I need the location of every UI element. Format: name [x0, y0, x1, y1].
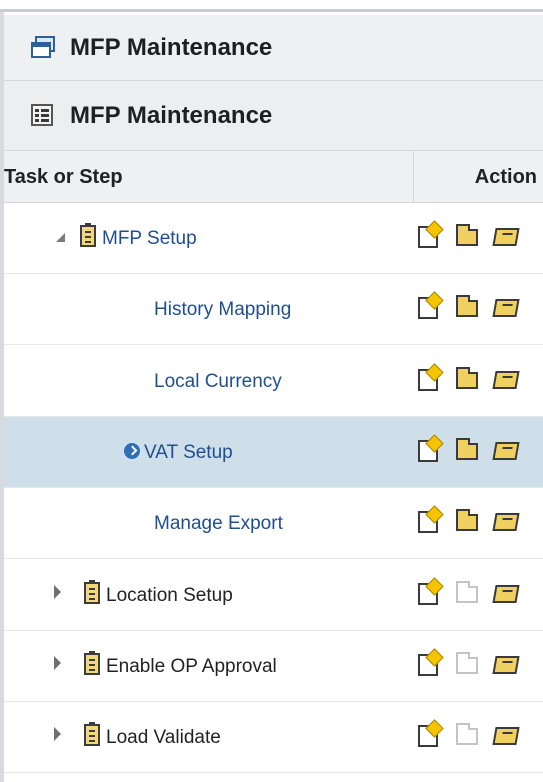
task-list-icon	[84, 579, 100, 604]
row-actions	[416, 576, 543, 608]
task-label: Location Setup	[106, 584, 233, 606]
open-icon	[456, 723, 482, 748]
edit-icon[interactable]	[492, 724, 520, 748]
table-row[interactable]: Load Validate	[4, 702, 543, 774]
open-icon[interactable]	[456, 366, 482, 392]
edit-icon[interactable]	[492, 510, 520, 534]
task-label[interactable]: VAT Setup	[144, 417, 233, 488]
task-label: Enable OP Approval	[106, 655, 277, 677]
task-label[interactable]: Manage Export	[154, 488, 283, 559]
row-actions	[416, 505, 543, 536]
create-icon[interactable]	[418, 220, 444, 249]
task-label: Load Validate	[106, 727, 221, 749]
go-arrow-icon	[122, 440, 142, 461]
row-actions	[416, 719, 543, 750]
row-actions	[416, 648, 543, 679]
open-icon[interactable]	[456, 295, 482, 320]
table-row[interactable]: History Mapping	[4, 274, 543, 346]
edit-icon[interactable]	[492, 225, 520, 249]
row-actions	[416, 220, 543, 251]
open-icon[interactable]	[456, 224, 482, 249]
table-row[interactable]: Local Currency	[4, 346, 543, 417]
row-actions	[416, 362, 543, 394]
create-icon[interactable]	[418, 648, 444, 677]
edit-icon[interactable]	[492, 582, 520, 606]
column-header-task[interactable]: Task or Step	[4, 151, 413, 203]
table-row[interactable]: Manage Export	[4, 488, 543, 560]
collapse-toggle-icon[interactable]	[56, 233, 65, 242]
create-icon[interactable]	[418, 434, 444, 463]
open-icon[interactable]	[456, 509, 482, 534]
open-icon	[456, 580, 482, 606]
expand-toggle-icon[interactable]	[54, 584, 61, 599]
task-label[interactable]: History Mapping	[154, 274, 291, 345]
create-icon[interactable]	[418, 719, 444, 748]
task-label[interactable]: MFP Setup	[102, 203, 197, 274]
create-icon[interactable]	[418, 291, 444, 320]
row-actions	[416, 291, 543, 322]
table-row[interactable]: VAT Setup	[4, 416, 543, 488]
top-border	[0, 0, 543, 12]
open-icon[interactable]	[456, 437, 482, 463]
edit-icon[interactable]	[492, 653, 520, 677]
create-icon[interactable]	[418, 505, 444, 534]
panel-title: MFP Maintenance	[70, 101, 273, 129]
row-actions	[416, 434, 543, 465]
edit-icon[interactable]	[492, 439, 520, 463]
task-list-icon	[84, 722, 100, 747]
main-header: MFP Maintenance	[4, 15, 543, 81]
task-label[interactable]: Local Currency	[154, 346, 282, 417]
table-row[interactable]: MFP Setup	[4, 203, 543, 274]
edit-icon[interactable]	[492, 296, 520, 320]
page-title: MFP Maintenance	[70, 33, 273, 61]
task-list-icon	[84, 650, 100, 675]
create-icon[interactable]	[418, 362, 444, 392]
panel-header: MFP Maintenance	[4, 81, 543, 151]
create-icon[interactable]	[418, 576, 444, 606]
table-header: Task or Step Action	[4, 151, 543, 203]
expand-toggle-icon[interactable]	[54, 655, 61, 670]
task-list-icon	[80, 223, 96, 247]
open-icon	[456, 651, 482, 677]
edit-icon[interactable]	[492, 368, 520, 392]
table-row[interactable]: Location Setup	[4, 560, 543, 631]
column-header-action[interactable]: Action	[414, 151, 543, 203]
table-row[interactable]: Enable OP Approval	[4, 631, 543, 702]
list-panel-icon	[30, 103, 56, 129]
expand-toggle-icon[interactable]	[54, 727, 61, 742]
window-stack-icon	[30, 35, 56, 61]
